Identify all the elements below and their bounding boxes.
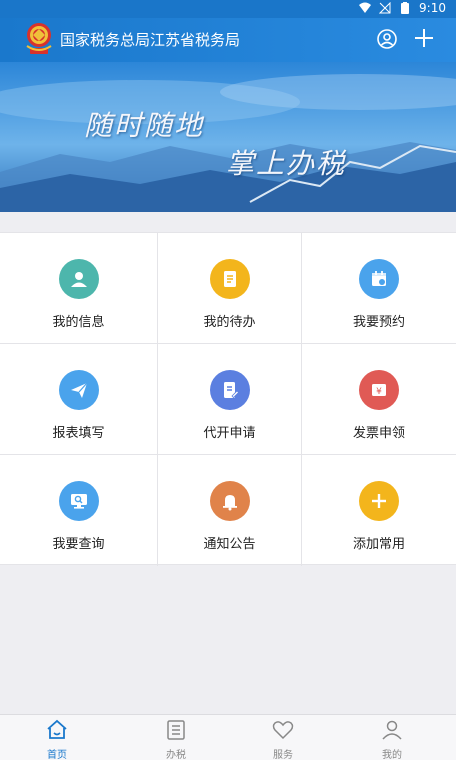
grid-item-label: 报表填写 [52,426,105,441]
tab-label: 首页 [47,750,67,760]
profile-icon [382,720,402,740]
grid-item-add-favorite[interactable]: 添加常用 [302,455,456,566]
app-header: 国家税务总局江苏省税务局 [0,18,456,62]
tax-emblem-icon [26,23,52,54]
document-icon [209,259,250,299]
banner-text-line1: 随时随地 [84,109,205,142]
tab-service[interactable]: 服务 [226,715,340,760]
paper-plane-icon [58,370,99,410]
wifi-icon [359,2,372,13]
grid-item-label: 发票申领 [352,426,405,441]
page-title: 国家税务总局江苏省税务局 [60,31,241,49]
heart-icon [272,721,294,740]
plus-icon[interactable] [412,26,436,50]
home-icon [47,719,67,739]
tab-label: 办税 [166,750,186,760]
grid-item-label: 我的信息 [52,315,105,330]
grid-item-label: 通知公告 [203,537,256,552]
grid-item-label: 代开申请 [203,426,256,441]
calendar-icon [359,259,399,299]
banner[interactable]: 随时随地 掌上办税 [0,62,456,212]
tab-mine[interactable]: 我的 [335,715,449,760]
grid-item-label: 我要预约 [352,315,405,330]
tab-label: 我的 [382,750,402,760]
grid-item-my-todo[interactable]: 我的待办 [158,233,301,344]
plus-icon [359,481,399,521]
tab-tax[interactable]: 办税 [119,715,233,760]
status-time: 9:10 [419,1,446,15]
person-icon [58,259,99,299]
grid-item-invoice-request[interactable]: ¥ 发票申领 [302,344,456,454]
grid-item-query[interactable]: 我要查询 [0,455,157,566]
grid-item-my-info[interactable]: 我的信息 [0,233,157,344]
monitor-search-icon [58,481,99,521]
grid-item-report-fill[interactable]: 报表填写 [0,344,157,454]
grid-item-label: 添加常用 [352,537,405,552]
invoice-icon: ¥ [359,370,399,410]
grid-item-appointment[interactable]: 我要预约 [302,233,456,344]
banner-image [0,62,456,212]
svg-text:¥: ¥ [376,387,382,397]
grid-item-label: 我的待办 [203,315,256,330]
tab-home[interactable]: 首页 [0,715,114,760]
bell-icon [209,481,250,521]
battery-icon [401,2,410,14]
list-icon [167,720,185,740]
grid-item-issue-application[interactable]: 代开申请 [158,344,301,454]
banner-text-line2: 掌上办税 [226,147,347,180]
user-circle-icon[interactable] [376,28,398,50]
grid-item-label: 我要查询 [52,537,105,552]
service-grid: 我的信息 我的待办 我要预约 报表填写 代开申请 ¥ 发票申领 我要查询 通知公… [0,232,456,566]
bottom-tab-bar: 首页 办税 服务 我的 [0,714,456,760]
status-bar: 9:10 [0,0,456,18]
signal-off-icon [379,2,391,14]
status-icons: 9:10 [359,1,446,15]
edit-document-icon [209,370,250,410]
grid-item-notices[interactable]: 通知公告 [158,455,301,566]
tab-label: 服务 [273,750,293,760]
